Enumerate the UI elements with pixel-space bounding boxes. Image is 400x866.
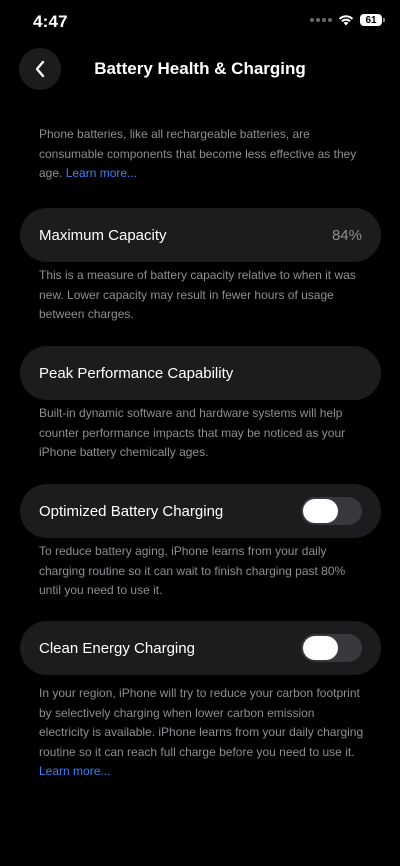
clean-energy-label: Clean Energy Charging: [39, 639, 195, 657]
toggle-knob: [303, 499, 338, 523]
clean-energy-learn-more-link[interactable]: Learn more...: [39, 764, 110, 778]
optimized-charging-toggle[interactable]: [301, 497, 362, 525]
clean-energy-row: Clean Energy Charging: [20, 621, 381, 675]
learn-more-link[interactable]: Learn more...: [66, 166, 137, 180]
toggle-knob: [303, 636, 338, 660]
peak-performance-footnote: Built-in dynamic software and hardware s…: [39, 406, 346, 459]
peak-performance-row[interactable]: Peak Performance Capability: [20, 346, 381, 400]
status-bar: 4:47 61: [0, 0, 400, 46]
status-time: 4:47: [33, 12, 68, 31]
maximum-capacity-label: Maximum Capacity: [39, 226, 167, 244]
maximum-capacity-footnote: This is a measure of battery capacity re…: [39, 268, 356, 321]
clean-energy-description: In your region, iPhone will try to reduc…: [39, 686, 364, 759]
maximum-capacity-value: 84%: [331, 226, 362, 244]
peak-performance-label: Peak Performance Capability: [39, 364, 234, 382]
clean-energy-toggle[interactable]: [301, 634, 362, 662]
intro-text: Phone batteries, like all rechargeable b…: [39, 125, 365, 184]
wifi-icon: [338, 15, 354, 26]
optimized-charging-footnote: To reduce battery aging, iPhone learns f…: [39, 544, 346, 597]
maximum-capacity-row: Maximum Capacity 84%: [20, 208, 381, 262]
battery-icon: 61: [360, 14, 385, 26]
cellular-signal-icon: [310, 18, 332, 22]
page-title: Battery Health & Charging: [94, 59, 306, 78]
optimized-charging-row: Optimized Battery Charging: [20, 484, 381, 538]
clean-energy-footnote: In your region, iPhone will try to reduc…: [39, 684, 365, 782]
optimized-charging-label: Optimized Battery Charging: [39, 502, 224, 520]
status-indicators: 61: [310, 14, 385, 26]
